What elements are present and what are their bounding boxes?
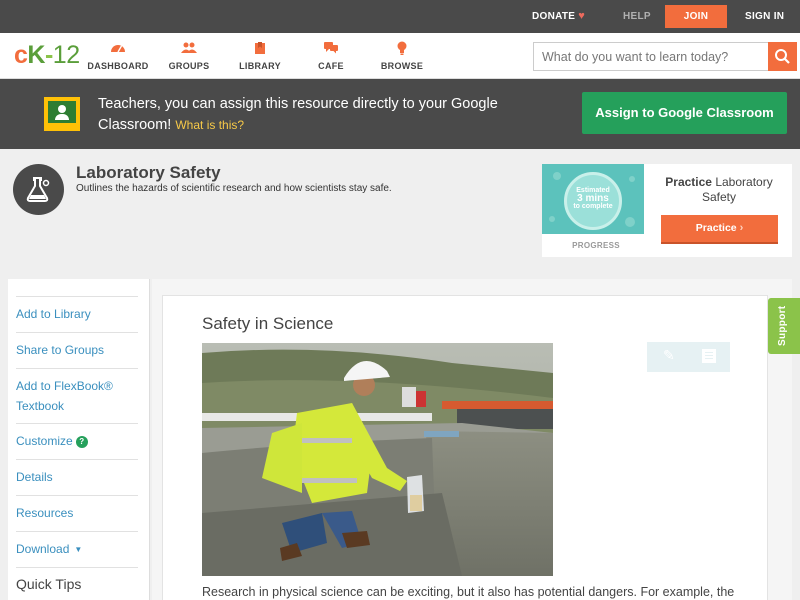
donate-link[interactable]: DONATE ♥: [532, 0, 585, 33]
browse-icon: [367, 41, 437, 55]
donate-label: DONATE: [532, 11, 576, 22]
scientist-photo: [202, 343, 553, 576]
add-to-flexbook-link[interactable]: Add to FlexBook® Textbook: [16, 368, 138, 423]
nav-dashboard-label: DASHBOARD: [87, 61, 149, 71]
library-icon: [225, 41, 295, 55]
lab-flask-icon: [13, 164, 64, 215]
practice-thumbnail[interactable]: Estimated 3 mins to complete: [542, 164, 644, 234]
add-to-library-link[interactable]: Add to Library: [16, 296, 138, 332]
practice-title-rest: Laboratory Safety: [701, 175, 773, 204]
practice-button[interactable]: Practice ›: [661, 215, 778, 244]
section-title: Safety in Science: [202, 314, 334, 333]
body-paragraph: Research in physical science can be exci…: [202, 585, 735, 599]
nav-dashboard[interactable]: DASHBOARD: [83, 41, 153, 71]
nav-browse[interactable]: BROWSE: [367, 41, 437, 71]
sign-in-link[interactable]: SIGN IN: [745, 0, 784, 33]
join-button[interactable]: JOIN: [665, 5, 727, 28]
share-to-groups-link[interactable]: Share to Groups: [16, 332, 138, 368]
logo-dash: -: [44, 41, 53, 69]
nav-groups-label: GROUPS: [168, 61, 210, 71]
help-link[interactable]: HELP: [623, 0, 651, 33]
assign-google-classroom-button[interactable]: Assign to Google Classroom: [582, 92, 787, 134]
download-link[interactable]: Download ▼: [16, 531, 138, 567]
search-box: [533, 42, 797, 71]
to-complete-label: to complete: [573, 203, 613, 210]
nav-library-label: LIBRARY: [239, 61, 281, 71]
heart-icon: ♥: [578, 10, 586, 22]
nav-cafe[interactable]: CAFE: [296, 41, 366, 71]
banner-text: Teachers, you can assign this resource d…: [98, 96, 498, 133]
groups-icon: [154, 41, 224, 55]
help-question-icon[interactable]: ?: [75, 436, 88, 448]
what-is-this-link[interactable]: What is this?: [175, 118, 244, 132]
banner-message: Teachers, you can assign this resource d…: [98, 94, 518, 136]
top-utility-bar: DONATE ♥ HELP JOIN SIGN IN: [0, 0, 800, 33]
quick-tips-heading[interactable]: Quick Tips: [16, 567, 138, 592]
left-sidebar: Add to Library Share to Groups Add to Fl…: [8, 279, 150, 600]
content-tools: ✎: [647, 342, 730, 372]
google-classroom-icon: [44, 97, 80, 131]
download-label: Download: [16, 542, 70, 556]
nav-browse-label: BROWSE: [380, 61, 424, 71]
cafe-icon: [296, 41, 366, 55]
nav-cafe-label: CAFE: [318, 61, 344, 71]
practice-card: Estimated 3 mins to complete PROGRESS Pr…: [542, 164, 792, 257]
practice-title-bold: Practice: [665, 175, 712, 189]
details-link[interactable]: Details: [16, 459, 138, 495]
search-button[interactable]: [768, 42, 797, 71]
logo-number: 12: [52, 41, 80, 69]
search-icon: [775, 49, 790, 64]
caret-down-icon: ▼: [74, 545, 83, 554]
resources-link[interactable]: Resources: [16, 495, 138, 531]
support-label: Support: [777, 305, 788, 346]
page-title: Laboratory Safety: [76, 163, 221, 182]
pencil-icon[interactable]: ✎: [663, 347, 675, 364]
estimated-time-badge: Estimated 3 mins to complete: [564, 172, 622, 230]
practice-title: Practice Laboratory Safety: [654, 175, 784, 205]
logo-k: K: [27, 41, 45, 69]
classroom-banner: Teachers, you can assign this resource d…: [0, 79, 800, 149]
customize-label: Customize: [16, 434, 73, 448]
logo-c: c: [14, 41, 28, 69]
customize-link[interactable]: Customize?: [16, 423, 138, 459]
page-subtitle: Outlines the hazards of scientific resea…: [76, 183, 392, 194]
dashboard-icon: [83, 41, 153, 55]
support-tab[interactable]: Support: [768, 298, 800, 354]
chevron-right-icon: ›: [739, 222, 744, 234]
nav-groups[interactable]: GROUPS: [154, 41, 224, 71]
nav-library[interactable]: LIBRARY: [225, 41, 295, 71]
ck12-logo[interactable]: cK-12: [14, 41, 80, 70]
progress-label: PROGRESS: [572, 241, 620, 250]
main-nav: cK-12 DASHBOARD GROUPS LIBRARY CAFE BROW…: [0, 33, 800, 79]
estimated-mins: 3 mins: [577, 193, 609, 204]
notes-icon[interactable]: [702, 349, 716, 363]
search-input[interactable]: [534, 43, 770, 70]
practice-button-label: Practice: [695, 222, 737, 234]
